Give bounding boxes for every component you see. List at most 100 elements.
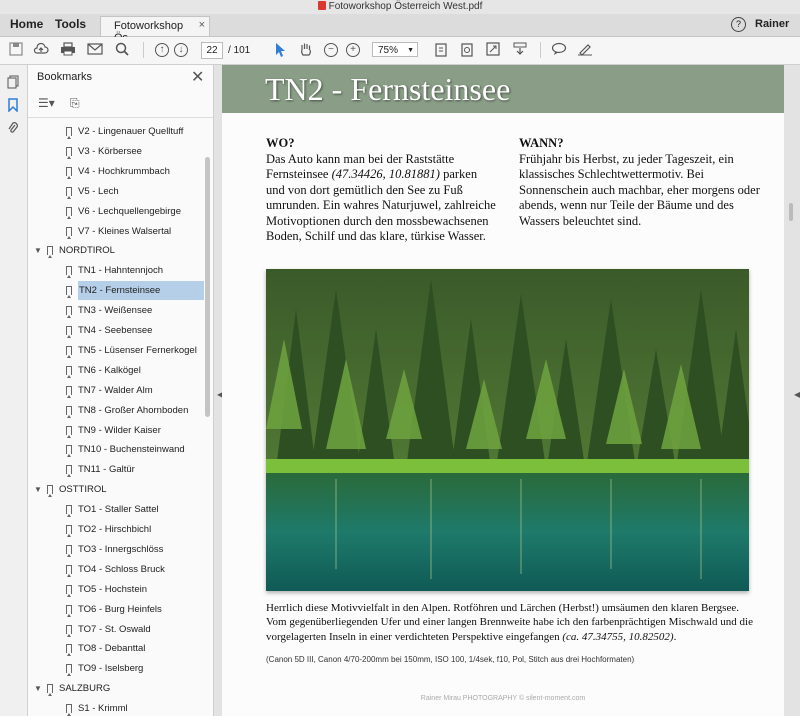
hand-tool-icon[interactable] [298, 42, 314, 58]
bookmark-item[interactable]: S1 - Krimml [28, 699, 204, 716]
bookmark-icon[interactable] [6, 98, 20, 113]
expand-toggle-icon[interactable]: ▼ [34, 241, 42, 260]
document-scrollbar[interactable] [789, 203, 793, 221]
bookmark-item[interactable]: TN4 - Seebensee [28, 321, 204, 340]
bookmark-item[interactable]: TN7 - Walder Alm [28, 381, 204, 400]
bookmark-item[interactable]: TN5 - Lüsenser Fernerkogel [28, 341, 204, 360]
bookmark-label: TN5 - Lüsenser Fernerkogel [78, 344, 197, 356]
bookmark-item[interactable]: TO8 - Debanttal [28, 639, 204, 658]
pdf-page: TN2 - Fernsteinsee WO? Das Auto kann man… [222, 65, 784, 716]
attachment-icon[interactable] [6, 121, 20, 135]
bookmark-item[interactable]: TN9 - Wilder Kaiser [28, 421, 204, 440]
caption-coordinates: (ca. 47.34755, 10.82502) [562, 630, 674, 643]
upload-cloud-icon[interactable] [33, 42, 49, 58]
page-thumbnails-icon[interactable] [6, 75, 20, 89]
bookmark-item[interactable]: V2 - Lingenauer Quelltuff [28, 122, 204, 141]
bookmark-label: V7 - Kleines Walsertal [78, 225, 172, 237]
expand-right-pane-icon[interactable]: ◀ [794, 390, 800, 399]
next-page-icon[interactable]: ↓ [174, 43, 188, 57]
email-icon[interactable] [87, 42, 103, 58]
bookmark-icon [47, 485, 53, 498]
bookmark-item[interactable]: V7 - Kleines Walsertal [28, 222, 204, 241]
full-screen-icon[interactable] [485, 42, 501, 58]
bookmark-options-icon[interactable]: ☰▾ [38, 96, 55, 110]
bookmark-label: TN8 - Großer Ahornboden [78, 404, 189, 416]
zoom-in-icon[interactable]: + [346, 43, 360, 57]
bookmark-icon [47, 684, 53, 697]
bookmark-item[interactable]: TO5 - Hochstein [28, 580, 204, 599]
bookmark-item[interactable]: TO7 - St. Oswald [28, 620, 204, 639]
bookmark-item[interactable]: TN2 - Fernsteinsee [28, 281, 204, 301]
bookmark-group[interactable]: ▼ NORDTIROL [28, 241, 204, 260]
chevron-down-icon: ▼ [407, 47, 414, 54]
bookmark-icon [66, 425, 72, 438]
rotate-view-icon[interactable] [459, 42, 475, 58]
bookmark-label: TN10 - Buchensteinwand [78, 444, 185, 456]
bookmark-list: V2 - Lingenauer Quelltuff V3 - Körbersee V… [28, 122, 204, 716]
bookmark-group[interactable]: ▼ SALZBURG [28, 679, 204, 698]
bookmark-item[interactable]: V4 - Hochkrummbach [28, 162, 204, 181]
bookmark-item[interactable]: TN8 - Großer Ahornboden [28, 401, 204, 420]
bookmark-label: TN2 - Fernsteinsee [78, 281, 204, 301]
bookmark-item[interactable]: TO3 - Innergschlöss [28, 540, 204, 559]
zoom-out-icon[interactable]: − [324, 43, 338, 57]
scroll-mode-icon[interactable] [512, 42, 528, 58]
help-icon[interactable]: ? [731, 17, 746, 32]
bookmark-item[interactable]: TO6 - Burg Heinfels [28, 600, 204, 619]
bookmark-icon [66, 584, 72, 597]
comment-icon[interactable] [551, 42, 567, 58]
bookmark-item[interactable]: TO9 - Iselsberg [28, 659, 204, 678]
bookmark-icon [66, 664, 72, 677]
bookmark-label: TN4 - Seebensee [78, 325, 153, 336]
bookmark-label: TO2 - Hirschbichl [78, 524, 152, 535]
previous-page-icon[interactable]: ↑ [155, 43, 169, 57]
page-title: TN2 - Fernsteinsee [265, 71, 511, 107]
close-icon[interactable]: ✕ [191, 67, 204, 87]
expand-toggle-icon[interactable]: ▼ [34, 480, 42, 499]
search-icon[interactable] [114, 42, 130, 58]
highlight-pen-icon[interactable] [577, 42, 593, 58]
bookmark-icon [66, 365, 72, 378]
tab-bar: Home Tools Fotoworkshop Ös... × ? Rainer [0, 14, 800, 44]
save-icon[interactable] [8, 42, 24, 58]
fit-page-icon[interactable] [433, 42, 449, 58]
camera-settings: (Canon 5D III, Canon 4/70-200mm bei 150m… [266, 655, 635, 664]
bookmark-icon [66, 405, 72, 418]
bookmark-item[interactable]: TN3 - Weißensee [28, 301, 204, 320]
home-tab[interactable]: Home [10, 17, 43, 31]
page-number-input[interactable]: 22 [201, 42, 223, 59]
bookmark-icon [66, 326, 72, 338]
bookmark-label: TO3 - Innergschlöss [78, 543, 164, 555]
bookmark-item[interactable]: TO1 - Staller Sattel [28, 500, 204, 519]
bookmark-icon [47, 246, 53, 259]
bookmark-item[interactable]: TN1 - Hahntennjoch [28, 261, 204, 280]
bookmark-label: V6 - Lechquellengebirge [78, 205, 181, 217]
bookmark-item[interactable]: V3 - Körbersee [28, 142, 204, 161]
bookmark-item[interactable]: V5 - Lech [28, 182, 204, 201]
bookmark-group[interactable]: ▼ OSTTIROL [28, 480, 204, 499]
close-tab-icon[interactable]: × [199, 19, 205, 31]
expand-toggle-icon[interactable]: ▼ [34, 679, 42, 698]
bookmark-icon [66, 644, 72, 657]
bookmark-label: SALZBURG [59, 683, 111, 695]
user-account-button[interactable]: Rainer [755, 18, 789, 30]
select-cursor-icon[interactable] [272, 42, 288, 58]
print-icon[interactable] [60, 42, 76, 58]
bookmark-item[interactable]: TO4 - Schloss Bruck [28, 560, 204, 579]
bookmark-item[interactable]: TN10 - Buchensteinwand [28, 440, 204, 459]
bookmark-icon [66, 345, 72, 358]
zoom-select[interactable]: 75% ▼ [372, 42, 418, 57]
document-tab[interactable]: Fotoworkshop Ös... × [100, 16, 210, 44]
bookmark-icon [66, 186, 72, 199]
new-bookmark-icon[interactable]: ⎘ [70, 96, 80, 111]
bookmark-item[interactable]: TN6 - Kalkögel [28, 361, 204, 380]
bookmark-item[interactable]: V6 - Lechquellengebirge [28, 202, 204, 221]
tools-tab[interactable]: Tools [55, 17, 86, 31]
bookmark-label: TO8 - Debanttal [78, 643, 146, 655]
bookmarks-scrollbar[interactable] [205, 157, 210, 417]
bookmark-item[interactable]: TO2 - Hirschbichl [28, 520, 204, 539]
bookmark-label: TO1 - Staller Sattel [78, 504, 159, 516]
bookmark-icon [66, 525, 72, 537]
bookmark-label: TN11 - Galtür [78, 464, 135, 476]
bookmark-item[interactable]: TN11 - Galtür [28, 460, 204, 479]
